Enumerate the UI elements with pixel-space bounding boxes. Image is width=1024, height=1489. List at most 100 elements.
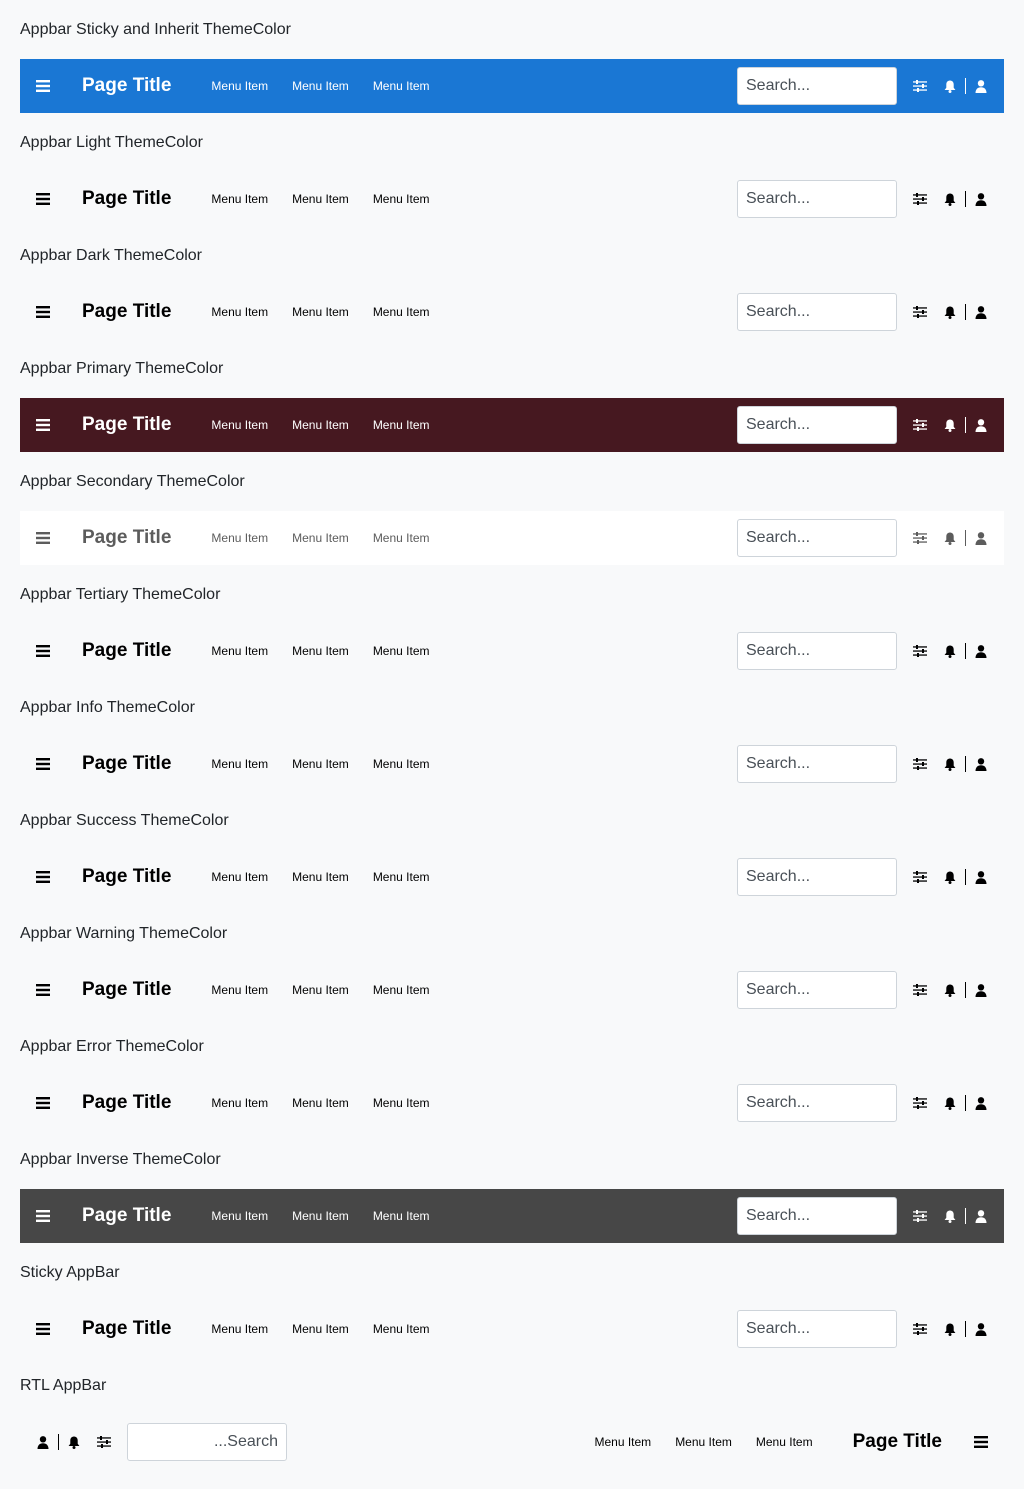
menu-item[interactable]: Menu Item xyxy=(744,1435,825,1449)
menu-item[interactable]: Menu Item xyxy=(280,305,361,319)
menu-item[interactable]: Menu Item xyxy=(361,192,442,206)
search-input[interactable] xyxy=(737,971,897,1009)
bell-icon[interactable] xyxy=(935,862,965,892)
sliders-icon[interactable] xyxy=(905,1088,935,1118)
user-icon[interactable] xyxy=(966,1201,996,1231)
menu-item[interactable]: Menu Item xyxy=(280,1096,361,1110)
search-input[interactable] xyxy=(737,406,897,444)
hamburger-menu-icon[interactable] xyxy=(28,410,58,440)
menu-item[interactable]: Menu Item xyxy=(361,1096,442,1110)
menu-item[interactable]: Menu Item xyxy=(361,1209,442,1223)
sliders-icon[interactable] xyxy=(89,1427,119,1457)
menu-item[interactable]: Menu Item xyxy=(361,531,442,545)
hamburger-menu-icon[interactable] xyxy=(28,862,58,892)
bell-icon[interactable] xyxy=(935,636,965,666)
sliders-icon[interactable] xyxy=(905,297,935,327)
menu-item[interactable]: Menu Item xyxy=(280,870,361,884)
user-icon[interactable] xyxy=(966,749,996,779)
bell-icon[interactable] xyxy=(935,1201,965,1231)
sliders-icon[interactable] xyxy=(905,71,935,101)
search-input[interactable] xyxy=(737,180,897,218)
menu-item[interactable]: Menu Item xyxy=(280,983,361,997)
search-input[interactable] xyxy=(737,519,897,557)
hamburger-menu-icon[interactable] xyxy=(28,1088,58,1118)
search-input[interactable] xyxy=(737,858,897,896)
search-input[interactable] xyxy=(127,1423,287,1461)
bell-icon[interactable] xyxy=(935,975,965,1005)
menu-item[interactable]: Menu Item xyxy=(361,870,442,884)
bell-icon[interactable] xyxy=(935,1088,965,1118)
user-icon[interactable] xyxy=(28,1427,58,1457)
menu-item[interactable]: Menu Item xyxy=(280,1209,361,1223)
menu-item[interactable]: Menu Item xyxy=(199,305,280,319)
menu-item[interactable]: Menu Item xyxy=(280,418,361,432)
user-icon[interactable] xyxy=(966,71,996,101)
hamburger-menu-icon[interactable] xyxy=(28,71,58,101)
bell-icon[interactable] xyxy=(935,523,965,553)
menu-item[interactable]: Menu Item xyxy=(199,983,280,997)
bell-icon[interactable] xyxy=(935,71,965,101)
menu-item[interactable]: Menu Item xyxy=(199,418,280,432)
hamburger-menu-icon[interactable] xyxy=(28,636,58,666)
search-input[interactable] xyxy=(737,632,897,670)
menu-item[interactable]: Menu Item xyxy=(199,1096,280,1110)
search-input[interactable] xyxy=(737,1310,897,1348)
search-input[interactable] xyxy=(737,1084,897,1122)
menu-item[interactable]: Menu Item xyxy=(280,757,361,771)
menu-item[interactable]: Menu Item xyxy=(199,757,280,771)
hamburger-menu-icon[interactable] xyxy=(966,1427,996,1457)
sliders-icon[interactable] xyxy=(905,1201,935,1231)
menu-item[interactable]: Menu Item xyxy=(199,870,280,884)
menu-item[interactable]: Menu Item xyxy=(361,1322,442,1336)
user-icon[interactable] xyxy=(966,1314,996,1344)
user-icon[interactable] xyxy=(966,184,996,214)
hamburger-menu-icon[interactable] xyxy=(28,297,58,327)
menu-item[interactable]: Menu Item xyxy=(199,644,280,658)
hamburger-menu-icon[interactable] xyxy=(28,1201,58,1231)
hamburger-menu-icon[interactable] xyxy=(28,1314,58,1344)
menu-item[interactable]: Menu Item xyxy=(280,192,361,206)
menu-item[interactable]: Menu Item xyxy=(199,531,280,545)
sliders-icon[interactable] xyxy=(905,975,935,1005)
hamburger-menu-icon[interactable] xyxy=(28,523,58,553)
menu-item[interactable]: Menu Item xyxy=(280,1322,361,1336)
user-icon[interactable] xyxy=(966,862,996,892)
menu-item[interactable]: Menu Item xyxy=(361,757,442,771)
sliders-icon[interactable] xyxy=(905,636,935,666)
user-icon[interactable] xyxy=(966,523,996,553)
user-icon[interactable] xyxy=(966,410,996,440)
sliders-icon[interactable] xyxy=(905,1314,935,1344)
bell-icon[interactable] xyxy=(935,297,965,327)
bell-icon[interactable] xyxy=(935,184,965,214)
hamburger-menu-icon[interactable] xyxy=(28,184,58,214)
menu-item[interactable]: Menu Item xyxy=(199,1209,280,1223)
bell-icon[interactable] xyxy=(59,1427,89,1457)
menu-item[interactable]: Menu Item xyxy=(361,983,442,997)
menu-item[interactable]: Menu Item xyxy=(199,79,280,93)
menu-item[interactable]: Menu Item xyxy=(199,192,280,206)
menu-item[interactable]: Menu Item xyxy=(361,305,442,319)
menu-item[interactable]: Menu Item xyxy=(199,1322,280,1336)
menu-item[interactable]: Menu Item xyxy=(280,79,361,93)
menu-item[interactable]: Menu Item xyxy=(663,1435,744,1449)
menu-item[interactable]: Menu Item xyxy=(361,644,442,658)
user-icon[interactable] xyxy=(966,636,996,666)
bell-icon[interactable] xyxy=(935,410,965,440)
menu-item[interactable]: Menu Item xyxy=(361,418,442,432)
menu-item[interactable]: Menu Item xyxy=(280,531,361,545)
hamburger-menu-icon[interactable] xyxy=(28,975,58,1005)
search-input[interactable] xyxy=(737,67,897,105)
user-icon[interactable] xyxy=(966,297,996,327)
user-icon[interactable] xyxy=(966,975,996,1005)
menu-item[interactable]: Menu Item xyxy=(361,79,442,93)
sliders-icon[interactable] xyxy=(905,184,935,214)
menu-item[interactable]: Menu Item xyxy=(280,644,361,658)
sliders-icon[interactable] xyxy=(905,410,935,440)
bell-icon[interactable] xyxy=(935,1314,965,1344)
hamburger-menu-icon[interactable] xyxy=(28,749,58,779)
search-input[interactable] xyxy=(737,293,897,331)
user-icon[interactable] xyxy=(966,1088,996,1118)
sliders-icon[interactable] xyxy=(905,523,935,553)
menu-item[interactable]: Menu Item xyxy=(582,1435,663,1449)
sliders-icon[interactable] xyxy=(905,749,935,779)
